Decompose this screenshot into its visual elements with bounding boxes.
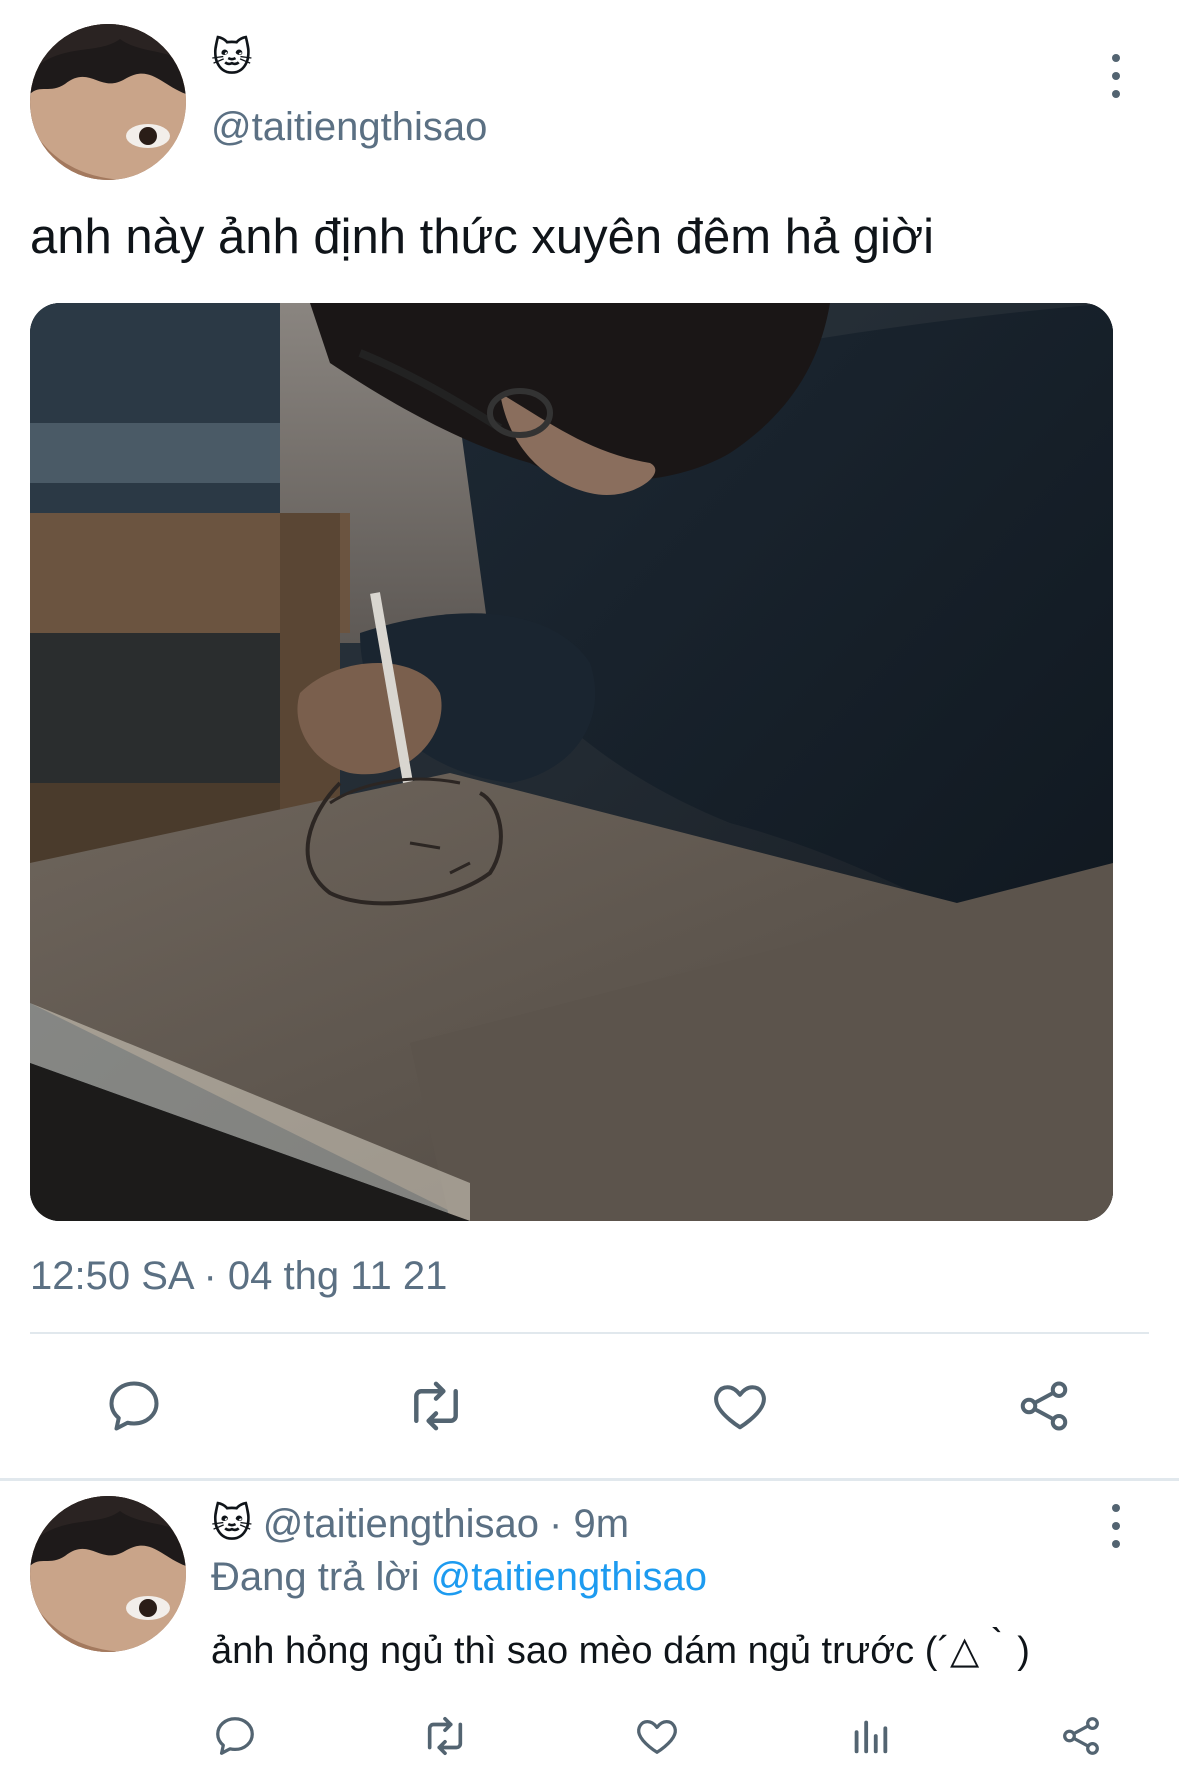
- author-handle[interactable]: @taitiengthisao: [211, 103, 487, 151]
- reply-time: · 9m: [549, 1502, 630, 1546]
- reply-share-icon[interactable]: [1058, 1713, 1104, 1759]
- share-icon[interactable]: [1014, 1376, 1074, 1436]
- more-options-icon[interactable]: [1104, 54, 1128, 98]
- author-avatar[interactable]: [30, 24, 186, 180]
- reply-reply-icon[interactable]: [212, 1713, 258, 1759]
- reply-like-icon[interactable]: [634, 1713, 680, 1759]
- reply-author-avatar[interactable]: [30, 1496, 186, 1652]
- tweet-timestamp[interactable]: 12:50 SA · 04 thg 11 21: [30, 1252, 447, 1300]
- author-emoji: 🐱: [211, 36, 253, 80]
- analytics-icon[interactable]: [847, 1713, 893, 1759]
- reply-icon[interactable]: [104, 1376, 164, 1436]
- replying-prefix: Đang trả lời: [211, 1555, 420, 1599]
- reply-more-options-icon[interactable]: [1104, 1504, 1128, 1548]
- replying-to: Đang trả lời @taitiengthisao: [211, 1553, 707, 1601]
- reply-retweet-icon[interactable]: [420, 1713, 470, 1759]
- reply-author-handle[interactable]: @taitiengthisao: [263, 1500, 539, 1548]
- like-icon[interactable]: [710, 1376, 770, 1436]
- retweet-icon[interactable]: [404, 1376, 468, 1436]
- photo-drawing-person: [30, 303, 1113, 1221]
- reply-header: 🐱 @taitiengthisao · 9m: [211, 1500, 629, 1548]
- tweet-text: anh này ảnh định thức xuyên đêm hả giời: [30, 210, 934, 264]
- reply-author-emoji: 🐱: [211, 1502, 253, 1546]
- divider: [30, 1332, 1149, 1334]
- tweet-photo[interactable]: [30, 303, 1113, 1221]
- section-divider: [0, 1478, 1179, 1481]
- reply-text: ảnh hỏng ngủ thì sao mèo dám ngủ trước (…: [211, 1630, 1030, 1672]
- replying-to-link[interactable]: @taitiengthisao: [431, 1555, 707, 1599]
